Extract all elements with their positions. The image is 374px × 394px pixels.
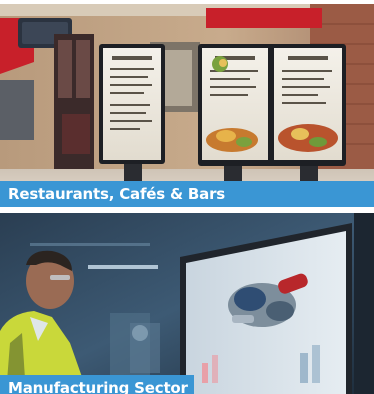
tile-caption: Manufacturing Sector: [0, 375, 194, 394]
manufacturing-photo: [0, 213, 374, 394]
manufacturing-tile[interactable]: Manufacturing Sector: [0, 213, 374, 394]
restaurant-photo: [0, 4, 374, 207]
restaurants-tile[interactable]: Restaurants, Cafés & Bars: [0, 4, 374, 207]
tile-caption: Restaurants, Cafés & Bars: [0, 181, 374, 207]
